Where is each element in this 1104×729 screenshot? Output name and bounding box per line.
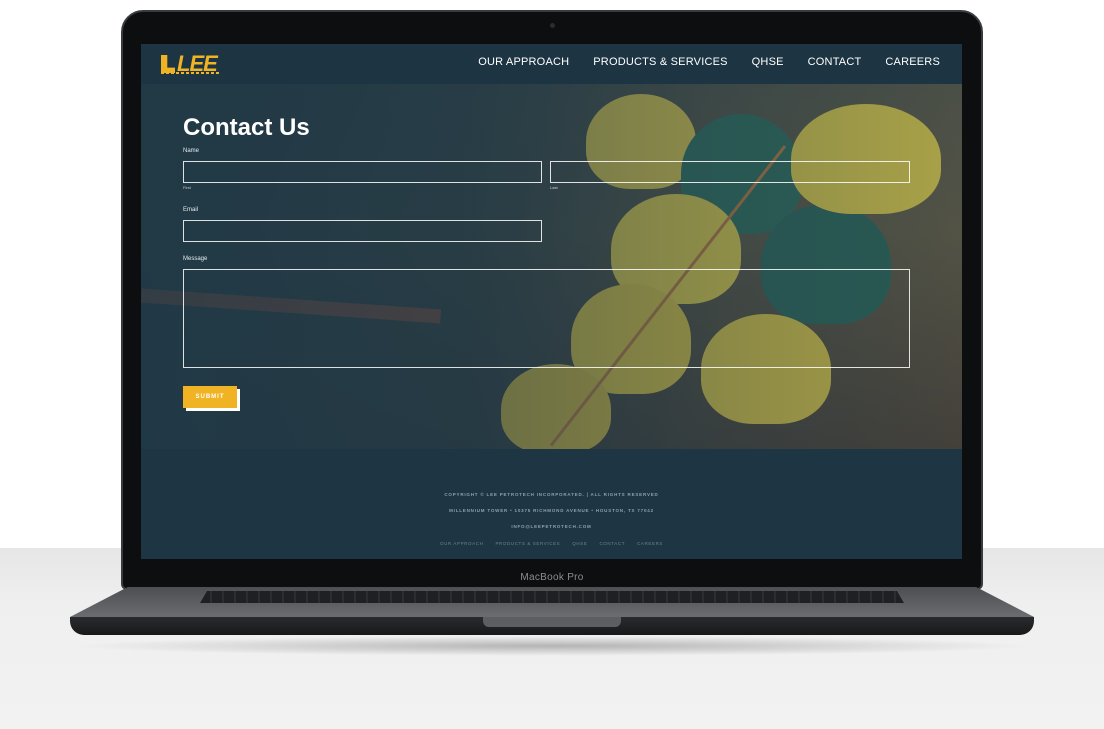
logo-subtext-graphic — [161, 72, 221, 74]
page-title: Contact Us — [183, 114, 310, 141]
site-navbar: LEE OUR APPROACH PRODUCTS & SERVICES QHS… — [141, 44, 962, 84]
last-name-sublabel: Last — [550, 185, 558, 190]
logo-mark-icon — [161, 55, 175, 73]
site-footer: COPYRIGHT © LEE PETROTECH INCORPORATED. … — [141, 449, 962, 559]
nav-link-products-services[interactable]: PRODUCTS & SERVICES — [593, 56, 727, 68]
footer-links: OUR APPROACH PRODUCTS & SERVICES QHSE CO… — [141, 541, 962, 546]
name-label: Name — [183, 148, 200, 154]
footer-email[interactable]: INFO@LEEPETROTECH.COM — [141, 524, 962, 529]
message-textarea[interactable] — [183, 269, 910, 368]
submit-button[interactable]: SUBMIT — [183, 386, 237, 408]
footer-copyright: COPYRIGHT © LEE PETROTECH INCORPORATED. … — [444, 492, 659, 497]
footer-link-qhse[interactable]: QHSE — [572, 541, 587, 546]
keyboard-graphic — [200, 591, 904, 603]
nav-links: OUR APPROACH PRODUCTS & SERVICES QHSE CO… — [478, 56, 940, 68]
email-label: Email — [183, 207, 199, 213]
message-label: Message — [183, 256, 208, 262]
footer-link-products-services[interactable]: PRODUCTS & SERVICES — [495, 541, 560, 546]
nav-link-qhse[interactable]: QHSE — [752, 56, 784, 68]
last-name-input[interactable] — [550, 161, 910, 183]
footer-link-our-approach[interactable]: OUR APPROACH — [440, 541, 483, 546]
laptop-base — [70, 587, 1034, 639]
first-name-sublabel: First — [183, 185, 191, 190]
nav-link-contact[interactable]: CONTACT — [808, 56, 862, 68]
first-name-input[interactable] — [183, 161, 542, 183]
laptop-model-label: MacBook Pro — [520, 572, 584, 583]
nav-link-our-approach[interactable]: OUR APPROACH — [478, 56, 569, 68]
footer-link-careers[interactable]: CAREERS — [637, 541, 663, 546]
laptop-screen: LEE OUR APPROACH PRODUCTS & SERVICES QHS… — [141, 44, 962, 559]
camera-icon — [550, 23, 555, 28]
footer-link-contact[interactable]: CONTACT — [599, 541, 625, 546]
nav-link-careers[interactable]: CAREERS — [885, 56, 940, 68]
laptop-shadow — [70, 636, 1034, 656]
lid-notch — [483, 617, 621, 627]
email-input[interactable] — [183, 220, 542, 242]
footer-address: MILLENNIUM TOWER • 10375 RICHMOND AVENUE… — [449, 508, 654, 513]
